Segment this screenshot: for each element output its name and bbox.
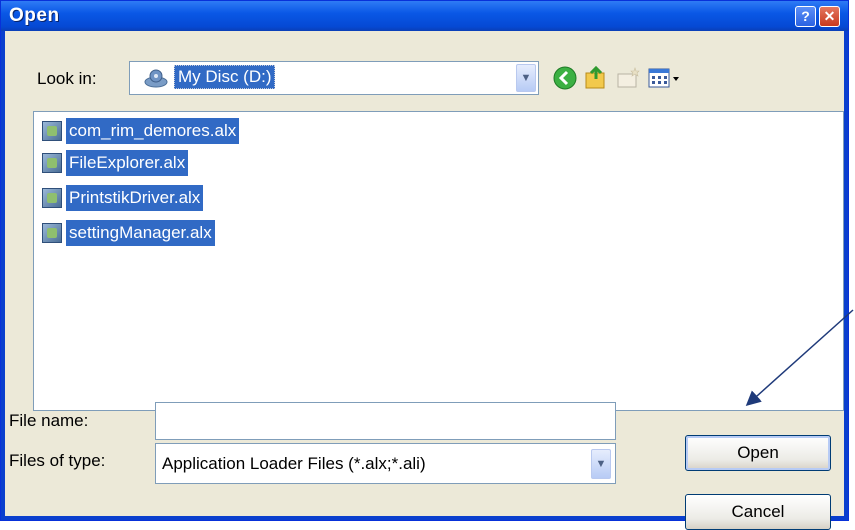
up-folder-icon[interactable] [583, 65, 609, 91]
file-list[interactable]: com_rim_demores.alx FileExplorer.alx Pri… [33, 111, 844, 411]
open-dialog-window: Open ? ✕ Look in: My Disc (D:) ▼ com_rim… [0, 0, 849, 530]
files-of-type-value: Application Loader Files (*.alx;*.ali) [162, 454, 426, 473]
dialog-body: Look in: My Disc (D:) ▼ com_rim_demores.… [5, 31, 844, 530]
cancel-button[interactable]: Cancel [685, 494, 831, 530]
help-button[interactable]: ? [795, 6, 816, 27]
file-name-text: PrintstikDriver.alx [66, 185, 204, 211]
look-in-combo[interactable]: My Disc (D:) ▼ [129, 61, 539, 95]
files-of-type-select[interactable]: Application Loader Files (*.alx;*.ali) ▼ [155, 443, 616, 484]
file-name-input[interactable] [155, 402, 616, 440]
file-name-text: settingManager.alx [66, 220, 215, 246]
dialog-title: Open [9, 5, 60, 26]
alx-file-icon [42, 121, 62, 141]
back-icon[interactable] [552, 65, 578, 91]
disc-drive-icon [144, 69, 168, 88]
file-name-label: File name: [9, 411, 89, 430]
new-folder-icon[interactable] [615, 65, 641, 91]
close-button[interactable]: ✕ [819, 6, 840, 27]
open-button[interactable]: Open [685, 435, 831, 471]
alx-file-icon [42, 153, 62, 173]
views-menu-icon[interactable] [647, 65, 683, 91]
chevron-down-icon[interactable]: ▼ [516, 64, 536, 92]
file-name-text: com_rim_demores.alx [66, 118, 240, 144]
chevron-down-icon[interactable]: ▼ [591, 449, 611, 479]
alx-file-icon [42, 223, 62, 243]
look-in-value: My Disc (D:) [174, 65, 276, 89]
title-bar[interactable]: Open ? ✕ [1, 1, 848, 31]
look-in-label: Look in: [37, 69, 97, 88]
file-name-text: FileExplorer.alx [66, 150, 189, 176]
files-of-type-label: Files of type: [9, 451, 106, 470]
alx-file-icon [42, 188, 62, 208]
